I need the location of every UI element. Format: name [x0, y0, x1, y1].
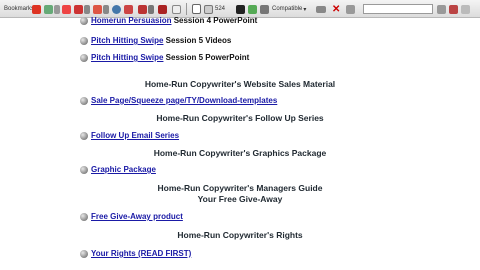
- resource-description: Session 4 PowerPoint: [171, 16, 258, 25]
- resource-link[interactable]: Pitch Hitting Swipe: [91, 53, 163, 62]
- close-icon[interactable]: ✕: [332, 0, 340, 18]
- resource-description: Session 5 Videos: [163, 36, 232, 45]
- list-item: Sale Page/Squeeze page/TY/Download-templ…: [80, 95, 277, 106]
- bullet-icon: [80, 212, 88, 221]
- bullet-icon: [80, 36, 88, 45]
- resource-link[interactable]: Free Give-Away product: [91, 212, 183, 221]
- section-heading: Home-Run Copywriter's Follow Up Series: [156, 113, 324, 123]
- mail-icon[interactable]: [316, 0, 326, 18]
- bullet-icon: [80, 165, 88, 174]
- menu-icon[interactable]: [437, 0, 446, 18]
- bookmark-item-1[interactable]: [44, 0, 60, 18]
- bullet-icon: [80, 53, 88, 62]
- page-content: Homerun Persuasion Session 4 PowerPoint …: [0, 15, 480, 270]
- bullet-icon: [80, 131, 88, 140]
- resource-description: Session 5 PowerPoint: [163, 53, 250, 62]
- list-item: Your Rights (READ FIRST): [80, 248, 191, 259]
- resource-link[interactable]: Sale Page/Squeeze page/TY/Download-templ…: [91, 96, 277, 105]
- web-shortcut-icon[interactable]: [449, 0, 458, 18]
- section-heading: Home-Run Copywriter's Managers Guide: [157, 183, 323, 193]
- section-subheading: Your Free Give-Away: [197, 194, 283, 204]
- list-item: Homerun Persuasion Session 4 PowerPoint: [80, 15, 257, 26]
- flag-icon[interactable]: [32, 0, 41, 18]
- web-icon[interactable]: [62, 0, 71, 18]
- compatible-menu[interactable]: Compatible ▾: [272, 0, 306, 18]
- bullet-icon: [80, 16, 88, 25]
- bullet-icon: [80, 249, 88, 258]
- compatible-label: Compatible: [272, 6, 303, 12]
- resource-link[interactable]: Follow Up Email Series: [91, 131, 179, 140]
- resource-link[interactable]: Homerun Persuasion: [91, 16, 171, 25]
- counter-value: 524: [215, 6, 226, 12]
- cursor-icon[interactable]: [461, 0, 470, 18]
- search-input[interactable]: [363, 4, 433, 14]
- bookmarks-label: Bookmarks: [4, 6, 35, 12]
- bullet-icon: [80, 96, 88, 105]
- list-item: Pitch Hitting Swipe Session 5 Videos: [80, 35, 231, 46]
- settings-icon[interactable]: [346, 0, 355, 18]
- list-item: Graphic Package: [80, 164, 156, 175]
- resource-link[interactable]: Your Rights (READ FIRST): [91, 249, 191, 258]
- resource-link[interactable]: Pitch Hitting Swipe: [91, 36, 163, 45]
- chevron-down-icon: ▾: [303, 6, 307, 13]
- bookmark-item-8[interactable]: [260, 0, 269, 18]
- section-heading: Home-Run Copywriter's Rights: [177, 230, 303, 240]
- section-heading: Home-Run Copywriter's Website Sales Mate…: [144, 79, 336, 89]
- list-item: Follow Up Email Series: [80, 130, 179, 141]
- resource-link[interactable]: Graphic Package: [91, 165, 156, 174]
- list-item: Pitch Hitting Swipe Session 5 PowerPoint: [80, 52, 249, 63]
- section-heading: Home-Run Copywriter's Graphics Package: [153, 148, 327, 158]
- list-item: Free Give-Away product: [80, 211, 183, 222]
